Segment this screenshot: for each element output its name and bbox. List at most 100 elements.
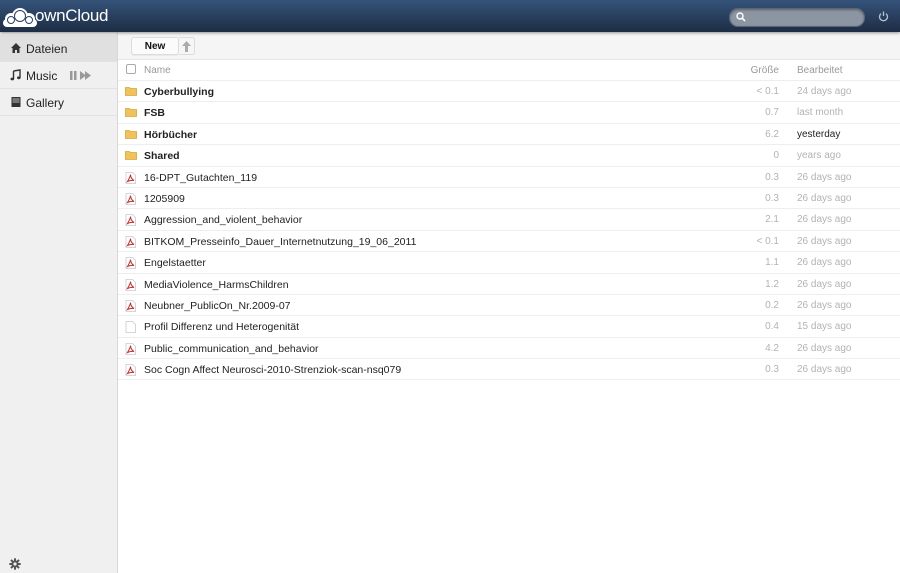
file-name[interactable]: BITKOM_Presseinfo_Dauer_Internetnutzung_…	[144, 236, 416, 248]
file-modified: 26 days ago	[797, 342, 852, 354]
file-list-body: Cyberbullying < 0.1 24 days ago FSB 0.7 last …	[118, 81, 900, 381]
file-list-table: Name Größe Bearbeitet Cyberbullying < 0.1…	[118, 60, 900, 381]
pdf-file-icon	[125, 300, 136, 312]
sidebar-item-dateien[interactable]: Dateien	[0, 35, 117, 62]
file-size: 0.3	[765, 192, 779, 204]
sidebar-item-gallery[interactable]: Gallery	[0, 89, 117, 116]
table-row[interactable]: Profil Differenz und Heterogenität 0.4 15 …	[118, 316, 900, 338]
file-modified: 24 days ago	[797, 86, 852, 97]
file-size: 0.7	[765, 107, 779, 119]
cloud-logo-icon	[3, 8, 37, 27]
file-name[interactable]: MediaViolence_HarmsChildren	[144, 279, 289, 291]
table-row[interactable]: Shared 0 years ago	[118, 145, 900, 167]
file-modified: 26 days ago	[797, 235, 852, 247]
search-box[interactable]	[729, 8, 865, 27]
file-size: 2.1	[765, 214, 779, 226]
table-row[interactable]: Soc Cogn Affect Neurosci-2010-Strenziok-…	[118, 359, 900, 381]
file-name[interactable]: Public_communication_and_behavior	[144, 343, 319, 355]
sidebar-navigation: Dateien Music Gallery	[0, 32, 118, 573]
file-name[interactable]: Neubner_PublicOn_Nr.2009-07	[144, 300, 291, 312]
file-modified: 15 days ago	[797, 321, 852, 333]
file-modified: yesterday	[797, 128, 841, 140]
folder-icon	[125, 129, 137, 139]
file-name[interactable]: FSB	[144, 107, 165, 119]
upload-button[interactable]	[179, 37, 195, 55]
folder-icon	[125, 151, 137, 161]
file-size: < 0.1	[756, 235, 779, 247]
logo-text: ownCloud	[35, 6, 109, 25]
pdf-file-icon	[125, 342, 136, 355]
folder-icon	[125, 108, 137, 118]
pdf-file-icon	[125, 193, 136, 205]
app-header: ownCloud	[0, 0, 900, 32]
upload-arrow-icon	[182, 41, 191, 52]
file-modified: 26 days ago	[797, 214, 852, 226]
folder-icon	[125, 87, 137, 96]
file-modified: 26 days ago	[797, 299, 852, 311]
file-size: 1.1	[765, 257, 779, 269]
document-file-icon	[125, 321, 136, 334]
search-input[interactable]	[750, 10, 858, 25]
pdf-file-icon	[125, 171, 136, 184]
sidebar-item-music[interactable]: Music	[0, 62, 117, 89]
table-row[interactable]: Cyberbullying < 0.1 24 days ago	[118, 81, 900, 103]
table-row[interactable]: 16-DPT_Gutachten_119 0.3 26 days ago	[118, 167, 900, 188]
file-name[interactable]: 1205909	[144, 193, 185, 205]
file-size: 1.2	[765, 278, 779, 290]
table-row[interactable]: BITKOM_Presseinfo_Dauer_Internetnutzung_…	[118, 231, 900, 253]
sidebar-item-label: Gallery	[26, 96, 65, 110]
file-size: 0.2	[765, 299, 779, 311]
play-pause-controls-icon[interactable]	[70, 71, 92, 80]
file-name[interactable]: Aggression_and_violent_behavior	[144, 214, 302, 226]
table-row[interactable]: Hörbücher 6.2 yesterday	[118, 124, 900, 146]
file-size: 0.4	[765, 321, 779, 333]
file-size: 4.2	[765, 342, 779, 354]
gear-icon[interactable]	[9, 558, 21, 570]
file-name[interactable]: Soc Cogn Affect Neurosci-2010-Strenziok-…	[144, 364, 401, 376]
file-name[interactable]: Cyberbullying	[144, 86, 214, 98]
owncloud-logo[interactable]: ownCloud	[3, 5, 109, 29]
file-size: < 0.1	[756, 86, 779, 97]
file-size: 0	[773, 150, 779, 162]
search-icon	[736, 12, 746, 22]
pdf-file-icon	[125, 278, 136, 291]
table-row[interactable]: Neubner_PublicOn_Nr.2009-07 0.2 26 days ag…	[118, 295, 900, 317]
column-header-size[interactable]: Größe	[751, 65, 779, 76]
file-size: 0.3	[765, 171, 779, 183]
column-header-name[interactable]: Name	[144, 65, 171, 76]
file-modified: 26 days ago	[797, 171, 852, 183]
sidebar-item-label: Music	[26, 69, 58, 83]
file-modified: 26 days ago	[797, 257, 852, 269]
table-row[interactable]: FSB 0.7 last month	[118, 102, 900, 124]
power-icon[interactable]	[878, 11, 889, 22]
table-row[interactable]: Engelstaetter 1.1 26 days ago	[118, 252, 900, 274]
file-name[interactable]: Shared	[144, 150, 180, 162]
image-icon	[11, 97, 21, 107]
file-name[interactable]: Profil Differenz und Heterogenität	[144, 321, 299, 333]
file-size: 0.3	[765, 364, 779, 376]
home-icon	[11, 43, 21, 53]
file-size: 6.2	[765, 128, 779, 140]
file-controls-bar: New	[118, 32, 900, 60]
file-name[interactable]: Engelstaetter	[144, 257, 206, 269]
table-header: Name Größe Bearbeitet	[118, 60, 900, 81]
file-modified: 26 days ago	[797, 278, 852, 290]
table-row[interactable]: MediaViolence_HarmsChildren 1.2 26 days ag…	[118, 274, 900, 295]
file-modified: 26 days ago	[797, 192, 852, 204]
file-name[interactable]: Hörbücher	[144, 129, 197, 141]
pdf-file-icon	[125, 214, 136, 227]
sidebar-item-label: Dateien	[26, 42, 68, 56]
table-row[interactable]: 1205909 0.3 26 days ago	[118, 188, 900, 210]
column-header-modified[interactable]: Bearbeitet	[797, 65, 843, 76]
file-modified: last month	[797, 107, 844, 119]
pdf-file-icon	[125, 364, 136, 376]
table-row[interactable]: Public_communication_and_behavior 4.2 26 d…	[118, 338, 900, 360]
file-modified: years ago	[797, 150, 841, 162]
pdf-file-icon	[125, 235, 136, 248]
music-note-icon	[10, 69, 21, 81]
file-name[interactable]: 16-DPT_Gutachten_119	[144, 172, 257, 184]
pdf-file-icon	[125, 257, 136, 270]
new-button[interactable]: New	[131, 37, 179, 55]
select-all-checkbox[interactable]	[126, 64, 136, 74]
table-row[interactable]: Aggression_and_violent_behavior 2.1 26 day…	[118, 209, 900, 231]
